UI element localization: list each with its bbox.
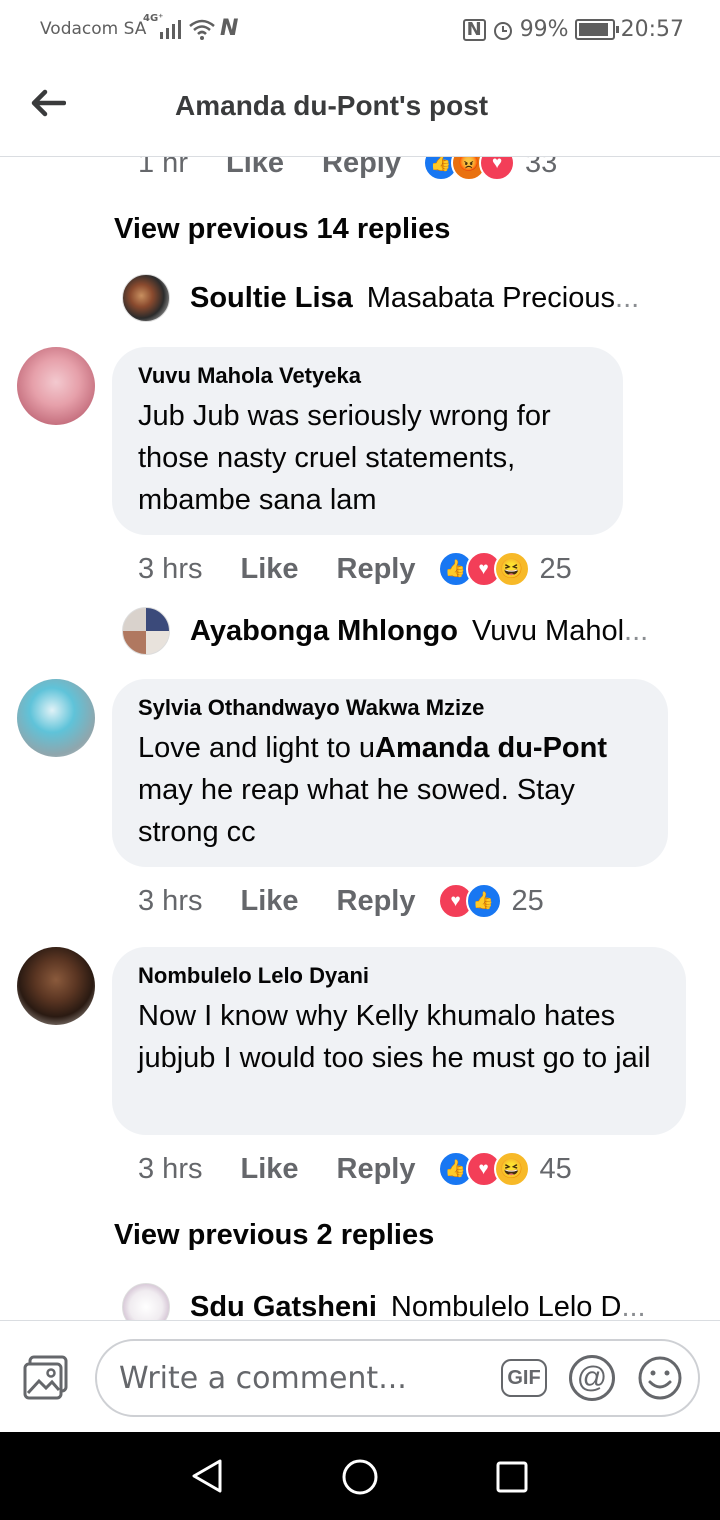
- comment-bubble: Vuvu Mahola Vetyeka Jub Jub was seriousl…: [112, 347, 623, 535]
- alarm-icon: [493, 21, 512, 40]
- reply-button[interactable]: Reply: [337, 553, 416, 586]
- carrier-label: Vodacom SA: [40, 19, 147, 39]
- comment-author[interactable]: Nombulelo Lelo Dyani: [138, 963, 660, 989]
- reaction-count: 33: [525, 157, 558, 179]
- haha-reaction-icon: 😆: [493, 1151, 530, 1187]
- view-previous-replies[interactable]: View previous 14 replies: [114, 213, 450, 246]
- clock: 20:57: [620, 17, 684, 42]
- like-reaction-icon: 👍: [465, 883, 502, 919]
- nav-back-icon[interactable]: [190, 1458, 224, 1494]
- nfc-icon: N: [462, 18, 486, 41]
- comment-text: Now I know why Kelly khumalo hates jubju…: [138, 1000, 651, 1074]
- like-button[interactable]: Like: [226, 157, 284, 180]
- back-arrow-icon[interactable]: [30, 88, 66, 118]
- ellipsis: ...: [624, 614, 649, 647]
- system-nav-bar: [0, 1432, 720, 1520]
- nav-recents-icon[interactable]: [495, 1460, 529, 1494]
- comment-text-part: Love and light to u: [138, 732, 376, 764]
- comment-bubble: Nombulelo Lelo Dyani Now I know why Kell…: [112, 947, 686, 1135]
- page-title: Amanda du-Pont's post: [175, 90, 489, 121]
- comment-text-part: may he reap what he sowed. Stay strong c…: [138, 774, 575, 848]
- comment-input[interactable]: Write a comment... GIF @: [95, 1339, 700, 1417]
- comment-meta: 3 hrs Like Reply 👍 ♥ 😆 45: [138, 1151, 572, 1187]
- like-button[interactable]: Like: [240, 1153, 298, 1186]
- comment-composer: Write a comment... GIF @: [0, 1320, 720, 1433]
- avatar: [122, 607, 170, 655]
- reaction-icons[interactable]: 👍 ♥ 😆: [437, 1151, 530, 1187]
- love-reaction-icon: ♥: [479, 157, 515, 181]
- comment-bubble: Sylvia Othandwayo Wakwa Mzize Love and l…: [112, 679, 668, 867]
- avatar[interactable]: [17, 347, 95, 425]
- comment-time: 3 hrs: [138, 1152, 203, 1185]
- comment-meta: 1 hr Like Reply 👍 😡 ♥ 33: [138, 157, 557, 181]
- app-header: Amanda du-Pont's post: [0, 60, 720, 157]
- ellipsis: ...: [615, 281, 640, 314]
- comment-meta: 3 hrs Like Reply 👍 ♥ 😆 25: [138, 551, 572, 587]
- nav-home-icon[interactable]: [341, 1458, 379, 1496]
- reply-button[interactable]: Reply: [322, 157, 401, 180]
- signal-icon: [160, 20, 181, 39]
- comment-meta: 3 hrs Like Reply ♥ 👍 25: [138, 883, 544, 919]
- reply-button[interactable]: Reply: [337, 885, 416, 918]
- like-button[interactable]: Like: [240, 553, 298, 586]
- reply-author: Sdu Gatsheni: [190, 1290, 377, 1321]
- comment-text: Love and light to uAmanda du-Pont may he…: [138, 727, 642, 853]
- status-bar: Vodacom SA 4G⁺ N N 99% 20:57: [0, 0, 720, 60]
- photo-icon[interactable]: [22, 1355, 70, 1401]
- comment-time: 3 hrs: [138, 552, 203, 585]
- reaction-count: 45: [539, 1152, 572, 1185]
- reply-text: Vuvu Mahol: [471, 614, 625, 647]
- reply-text: Masabata Precious: [366, 281, 616, 314]
- comment-time: 3 hrs: [138, 884, 203, 917]
- comment-author[interactable]: Vuvu Mahola Vetyeka: [138, 363, 597, 389]
- view-previous-replies[interactable]: View previous 2 replies: [114, 1219, 434, 1252]
- reply-text: Nombulelo Lelo D: [390, 1290, 622, 1321]
- nfc-status-icon: N: [220, 16, 239, 41]
- comment-placeholder: Write a comment...: [119, 1361, 407, 1396]
- comment-time: 1 hr: [138, 157, 188, 179]
- like-button[interactable]: Like: [240, 885, 298, 918]
- reaction-icons[interactable]: 👍 😡 ♥: [423, 157, 515, 181]
- mention-icon[interactable]: @: [569, 1355, 615, 1401]
- reply-author: Soultie Lisa: [190, 281, 353, 314]
- mention-link[interactable]: Amanda du-Pont: [375, 732, 607, 764]
- avatar[interactable]: [17, 947, 95, 1025]
- comment-text: Jub Jub was seriously wrong for those na…: [138, 400, 551, 516]
- comment-author[interactable]: Sylvia Othandwayo Wakwa Mzize: [138, 695, 642, 721]
- avatar: [122, 1283, 170, 1320]
- avatar[interactable]: [17, 679, 95, 757]
- reaction-count: 25: [511, 884, 544, 917]
- wifi-icon: [189, 19, 215, 40]
- reaction-icons[interactable]: 👍 ♥ 😆: [437, 551, 530, 587]
- reply-preview[interactable]: Ayabonga Mhlongo Vuvu Mahol ...: [122, 607, 672, 655]
- reply-preview[interactable]: Sdu Gatsheni Nombulelo Lelo D ...: [122, 1283, 668, 1320]
- reply-button[interactable]: Reply: [337, 1153, 416, 1186]
- haha-reaction-icon: 😆: [493, 551, 530, 587]
- reply-preview[interactable]: Soultie Lisa Masabata Precious ...: [122, 274, 678, 322]
- battery-icon: [574, 19, 619, 40]
- comment-feed[interactable]: 1 hr Like Reply 👍 😡 ♥ 33 View previous 1…: [0, 157, 720, 1320]
- reply-author: Ayabonga Mhlongo: [190, 614, 458, 647]
- emoji-icon[interactable]: [637, 1355, 683, 1401]
- reaction-count: 25: [539, 552, 572, 585]
- battery-percent: 99%: [519, 17, 569, 42]
- reaction-icons[interactable]: ♥ 👍: [437, 883, 502, 919]
- ellipsis: ...: [621, 1290, 646, 1321]
- avatar: [122, 274, 170, 322]
- gif-icon[interactable]: GIF: [501, 1359, 547, 1397]
